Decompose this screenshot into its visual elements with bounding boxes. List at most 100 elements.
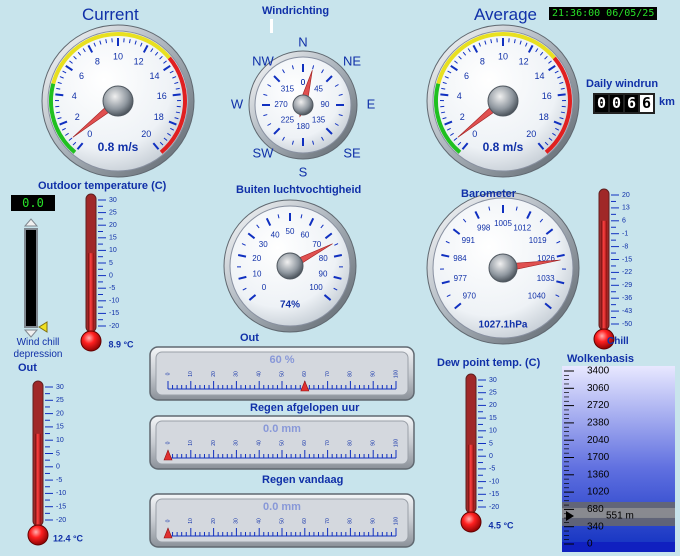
- average-wind-gauge-tick-label: 4: [457, 91, 462, 101]
- cloud-base-tick-label: 3060: [587, 383, 610, 394]
- cloud-base-tick-label: 1020: [587, 487, 610, 498]
- humidity-gauge-tick-label: 100: [309, 283, 323, 292]
- windrun-digit: 6: [625, 94, 638, 112]
- humidity-gauge-tick-label: 90: [319, 269, 328, 278]
- outdoor-temp-thermometer-tick-label: 20: [109, 222, 117, 229]
- clock-display: 21:36:00 06/05/25: [549, 7, 658, 20]
- windrun-odometer: 0 0 6 6: [593, 93, 655, 114]
- average-wind-gauge: 02 46 8 10 12 14 16 18200.8 m/s: [426, 24, 580, 178]
- out-bar-tick-label: 60: [302, 371, 308, 377]
- rain-hour-bar-tick-label: 50: [279, 440, 285, 446]
- humidity-gauge-tick-label: 30: [259, 240, 268, 249]
- out-bar-value: 60 %: [269, 354, 294, 366]
- out-bar-tick-label: 20: [211, 371, 217, 377]
- humidity-gauge-tick-label: 20: [252, 254, 261, 263]
- rain-hour-bar-tick-label: 20: [211, 440, 217, 446]
- rain-today-bar-tick-label: 30: [234, 518, 240, 524]
- dew-point-thermometer-tick-label: 5: [489, 440, 493, 447]
- current-wind-gauge-tick-label: 2: [75, 112, 80, 122]
- out-bar-tick-label: 40: [257, 371, 263, 377]
- barometer-gauge-tick-label: 998: [477, 224, 491, 233]
- out-thermometer-mercury: [35, 433, 41, 530]
- cloud-base-panel: 3400306027202380204017001360102068034005…: [562, 366, 675, 552]
- rain-today-bar-tick-label: 80: [348, 518, 354, 524]
- gauge-canvas: 024681012141618200.8 m/s0246810121416182…: [23, 24, 675, 552]
- chill-thermometer-tick-label: -43: [622, 308, 632, 315]
- average-wind-gauge-tick-label: 12: [519, 57, 529, 67]
- chill-thermometer: 20 13 6 -1 -8 -15 -22 -29 -36 -43 -50: [593, 188, 632, 350]
- humidity-gauge-tick-label: 40: [271, 231, 280, 240]
- average-wind-gauge-tick-label: 20: [526, 129, 536, 139]
- chill-thermometer-tick-label: -36: [622, 295, 632, 302]
- compass-label-sw: SW: [253, 145, 275, 160]
- chill-thermometer-tick-label: -50: [622, 321, 632, 328]
- cloud-base-tick-label: 340: [587, 521, 604, 532]
- wind-direction-gauge-tick-label: 270: [274, 100, 288, 109]
- out-thermometer-value: 12.4 °C: [53, 533, 84, 543]
- compass-label-s: S: [299, 164, 308, 179]
- barometer-gauge-tick-label: 1040: [528, 291, 546, 300]
- outdoor-temp-thermometer-tick-label: -15: [109, 310, 119, 317]
- rain-hour-bar-tick-label: 60: [302, 440, 308, 446]
- rain-today-bar-tick-label: 100: [393, 517, 399, 526]
- wind-direction-gauge-tick-label: 315: [281, 85, 295, 94]
- barometer-gauge-tick-label: 970: [463, 291, 477, 300]
- cloud-base-tick-label: 2720: [587, 400, 610, 411]
- out-thermometer: 30 25 20 15 10 5 0 -5 -10 -15 -20 12.4 °C: [27, 380, 84, 546]
- out-bar-tick-label: 100: [393, 370, 399, 379]
- barometer-gauge-tick-label: 1005: [494, 219, 512, 228]
- dew-point-thermometer-tick-label: -5: [489, 466, 495, 473]
- out-bar-tick-label: 0: [165, 372, 171, 375]
- chill-thermometer-tick-label: -8: [622, 243, 628, 250]
- out-thermometer-tick-label: 20: [56, 410, 64, 417]
- compass-label-w: W: [231, 96, 244, 111]
- dew-point-thermometer-bulb: [460, 511, 482, 533]
- outdoor-temp-thermometer-value: 8.9 °C: [108, 339, 134, 349]
- cloud-base-tick-label: 0: [587, 539, 593, 550]
- dew-point-title: Dew point temp. (C): [437, 357, 541, 369]
- barometer-gauge-tick-label: 1033: [537, 274, 555, 283]
- average-wind-gauge-tick: [557, 93, 566, 97]
- wind-direction-title: Windrichting: [262, 5, 330, 17]
- windrun-digit: 0: [595, 94, 608, 112]
- current-wind-gauge-tick-label: 8: [95, 57, 100, 67]
- dew-point-thermometer-tick-label: -10: [489, 478, 499, 485]
- out-thermometer-tick-label: -20: [56, 517, 66, 524]
- cloud-base-ground: [562, 542, 675, 552]
- rain-today-bar-tick-label: 60: [302, 518, 308, 524]
- chill-thermo-label: Chill: [607, 336, 629, 347]
- outdoor-temp-thermometer-tick-label: 10: [109, 247, 117, 254]
- cloud-base-tick-label: 1360: [587, 469, 610, 480]
- rain-hour-bar-tick-label: 100: [393, 439, 399, 448]
- out-bar: 60 % 0 10 20 30 40 50 60 70 80 90 100: [149, 346, 415, 401]
- chill-thermometer-tick-label: 13: [622, 205, 630, 212]
- wind-direction-gauge-tick-label: 225: [281, 116, 295, 125]
- compass-label-ne: NE: [343, 53, 361, 68]
- out-bar-tick-label: 90: [371, 371, 377, 377]
- out-thermometer-tick-label: -15: [56, 504, 66, 511]
- out-thermometer-tick-label: 5: [56, 450, 60, 457]
- compass-label-e: E: [367, 96, 376, 111]
- rain-today-bar-value: 0.0 mm: [263, 501, 301, 513]
- wind-chill-marker: [38, 321, 48, 333]
- wind-chill-up-arrow: [23, 218, 39, 227]
- current-wind-gauge-tick-label: 10: [113, 51, 123, 61]
- barometer-title: Barometer: [461, 188, 517, 200]
- average-wind-gauge-tick: [440, 93, 449, 97]
- out-bar-tick-label: 70: [325, 371, 331, 377]
- outdoor-temp-title: Outdoor temperature (C): [38, 180, 167, 192]
- rain-today-bar-tick-label: 10: [188, 518, 194, 524]
- humidity-gauge-tick-label: 0: [262, 283, 267, 292]
- wind-chill-label: Wind chill depression: [13, 337, 63, 360]
- dew-point-thermometer: 30 25 20 15 10 5 0 -5 -10 -15 -20 4.5 °C: [460, 373, 514, 533]
- cloud-base-tick-label: 1700: [587, 452, 610, 463]
- chill-thermometer-tick-label: 20: [622, 192, 630, 199]
- dew-point-thermometer-tick-label: 0: [489, 453, 493, 460]
- rain-hour-bar-tick-label: 40: [257, 440, 263, 446]
- out-thermo-title: Out: [18, 362, 37, 374]
- dew-point-thermometer-tick-label: 25: [489, 390, 497, 397]
- current-wind-gauge-tick-label: 16: [157, 91, 167, 101]
- humidity-gauge-hub: [276, 252, 304, 280]
- current-wind-gauge-tick-label: 18: [154, 112, 164, 122]
- humidity-title: Buiten luchtvochtigheid: [236, 184, 362, 196]
